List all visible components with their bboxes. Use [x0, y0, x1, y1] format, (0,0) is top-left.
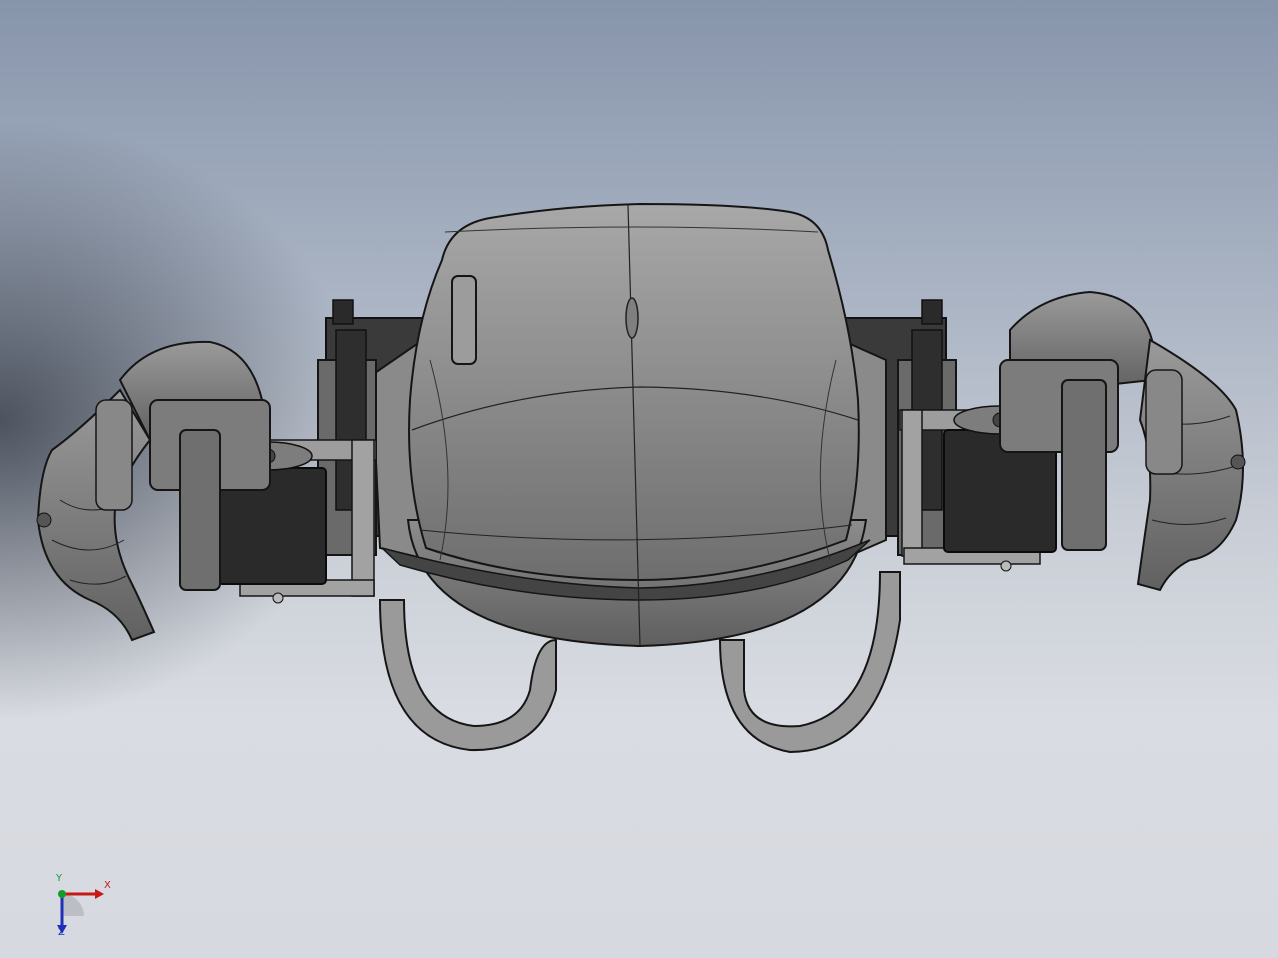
triad-z-label: Z [58, 927, 65, 938]
triad-y-label: Y [56, 873, 63, 884]
cad-graphics-viewport[interactable]: X Y Z [0, 0, 1278, 958]
torso-shell [325, 202, 947, 754]
coordinate-triad: X Y Z [48, 873, 118, 940]
left-arm [36, 340, 271, 642]
triad-x-label: X [104, 880, 111, 891]
robot-model[interactable] [0, 0, 1278, 958]
